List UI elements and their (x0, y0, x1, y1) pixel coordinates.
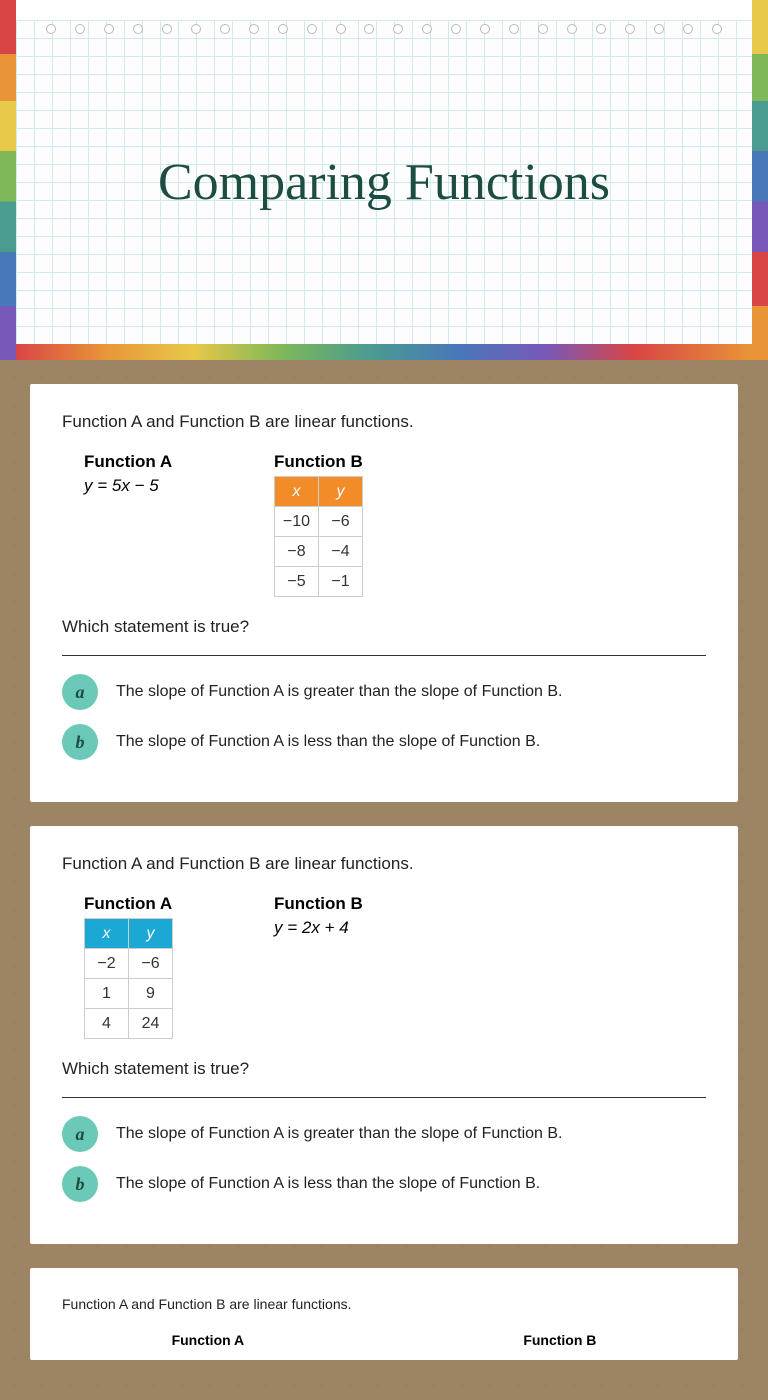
q2-choice-b[interactable]: b The slope of Function A is less than t… (62, 1166, 706, 1202)
q2-choice-a[interactable]: a The slope of Function A is greater tha… (62, 1116, 706, 1152)
grid-paper: Comparing Functions (16, 20, 752, 344)
q2-funcA-title: Function A (84, 894, 214, 914)
q1-prompt: Function A and Function B are linear fun… (62, 412, 706, 432)
table-cell: 4 (85, 1009, 129, 1039)
header-section: Comparing Functions (0, 0, 768, 360)
choice-bubble-a: a (62, 674, 98, 710)
q1-function-b: Function B xy −10−6 −8−4 −5−1 (274, 452, 404, 597)
table-cell: 24 (129, 1009, 173, 1039)
q1-choice-b-text: The slope of Function A is less than the… (116, 733, 540, 751)
table-cell: 1 (85, 979, 129, 1009)
q1-funcB-table: xy −10−6 −8−4 −5−1 (274, 476, 363, 597)
q2-prompt: Function A and Function B are linear fun… (62, 854, 706, 874)
q2-function-b: Function B y = 2x + 4 (274, 894, 404, 1039)
choice-bubble-b: b (62, 724, 98, 760)
table-cell: −6 (319, 507, 363, 537)
table-cell: −1 (319, 567, 363, 597)
q2-funcB-title: Function B (274, 894, 404, 914)
table-cell: −4 (319, 537, 363, 567)
question-3-card: Function A and Function B are linear fun… (30, 1268, 738, 1360)
q2-funcB-equation: y = 2x + 4 (274, 918, 404, 938)
q2-choice-b-text: The slope of Function A is less than the… (116, 1175, 540, 1193)
q2-which: Which statement is true? (62, 1059, 706, 1079)
q1-funcB-title: Function B (274, 452, 404, 472)
q1-choice-b[interactable]: b The slope of Function A is less than t… (62, 724, 706, 760)
table-header-x: x (85, 919, 129, 949)
table-cell: −8 (275, 537, 319, 567)
table-header-y: y (129, 919, 173, 949)
q1-funcA-title: Function A (84, 452, 214, 472)
q1-choice-a[interactable]: a The slope of Function A is greater tha… (62, 674, 706, 710)
question-1-card: Function A and Function B are linear fun… (30, 384, 738, 802)
choice-bubble-a: a (62, 1116, 98, 1152)
q2-funcA-table: xy −2−6 19 424 (84, 918, 173, 1039)
q1-choice-a-text: The slope of Function A is greater than … (116, 683, 563, 701)
q3-prompt: Function A and Function B are linear fun… (62, 1296, 706, 1312)
q1-which: Which statement is true? (62, 617, 706, 637)
table-header-y: y (319, 477, 363, 507)
table-cell: 9 (129, 979, 173, 1009)
page-title: Comparing Functions (158, 153, 610, 212)
notebook-binding (46, 24, 722, 36)
rainbow-border-left (0, 0, 16, 360)
table-cell: −6 (129, 949, 173, 979)
divider (62, 655, 706, 656)
q2-function-a: Function A xy −2−6 19 424 (84, 894, 214, 1039)
q2-functions: Function A xy −2−6 19 424 Function B y =… (84, 894, 706, 1039)
content-area: Function A and Function B are linear fun… (0, 384, 768, 1400)
q1-funcA-equation: y = 5x − 5 (84, 476, 214, 496)
table-cell: −5 (275, 567, 319, 597)
q3-funcA-title: Function A (172, 1332, 245, 1348)
table-cell: −2 (85, 949, 129, 979)
table-header-x: x (275, 477, 319, 507)
q3-funcB-title: Function B (523, 1332, 596, 1348)
divider (62, 1097, 706, 1098)
table-cell: −10 (275, 507, 319, 537)
question-2-card: Function A and Function B are linear fun… (30, 826, 738, 1244)
choice-bubble-b: b (62, 1166, 98, 1202)
rainbow-border-bottom (16, 344, 752, 360)
q3-functions: Function A Function B (62, 1332, 706, 1352)
rainbow-border-right (752, 0, 768, 360)
q1-function-a: Function A y = 5x − 5 (84, 452, 214, 597)
q2-choice-a-text: The slope of Function A is greater than … (116, 1125, 563, 1143)
q1-functions: Function A y = 5x − 5 Function B xy −10−… (84, 452, 706, 597)
